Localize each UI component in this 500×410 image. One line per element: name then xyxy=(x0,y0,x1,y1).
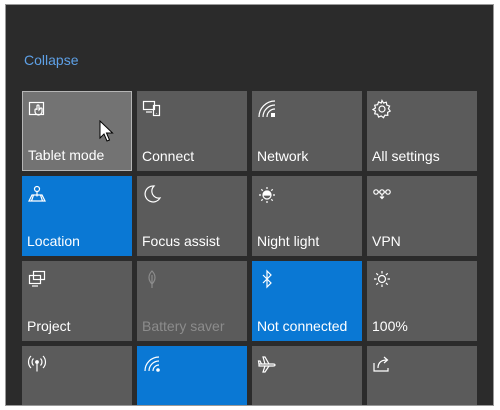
network-icon xyxy=(257,99,277,119)
tile-connect[interactable]: Connect xyxy=(137,91,247,171)
tile-brightness[interactable]: 100% xyxy=(367,261,477,341)
tile-label: Project xyxy=(27,318,71,334)
tablet-mode-icon xyxy=(28,100,48,120)
tile-label: Battery saver xyxy=(142,318,225,334)
tile-label: Not connected xyxy=(257,318,348,334)
tile-all-settings[interactable]: All settings xyxy=(367,91,477,171)
mobile-hotspot-icon xyxy=(27,354,47,374)
brightness-icon xyxy=(372,269,392,289)
airplane-icon xyxy=(257,354,277,374)
project-icon xyxy=(27,269,47,289)
tile-location[interactable]: Location xyxy=(22,176,132,256)
tile-share[interactable] xyxy=(367,346,477,405)
share-icon xyxy=(372,354,392,374)
tile-label: Night light xyxy=(257,233,320,249)
tile-battery-saver[interactable]: Battery saver xyxy=(137,261,247,341)
tile-label: Tablet mode xyxy=(28,147,105,163)
battery-saver-icon xyxy=(142,269,162,289)
tile-label: Connect xyxy=(142,148,195,164)
tile-night-light[interactable]: Night light xyxy=(252,176,362,256)
tile-project[interactable]: Project xyxy=(22,261,132,341)
tile-wifi[interactable] xyxy=(137,346,247,405)
tile-label: Location xyxy=(27,233,80,249)
tile-label: 100% xyxy=(372,318,408,334)
vpn-icon xyxy=(372,184,392,204)
tile-network[interactable]: Network xyxy=(252,91,362,171)
connect-icon xyxy=(142,99,162,119)
tile-airplane-mode[interactable] xyxy=(252,346,362,405)
quick-actions-grid: Tablet mode Connect Network All settings… xyxy=(22,91,477,405)
tile-label: All settings xyxy=(372,148,440,164)
tile-bluetooth[interactable]: Not connected xyxy=(252,261,362,341)
moon-icon xyxy=(142,184,162,204)
tile-mobile-hotspot[interactable] xyxy=(22,346,132,405)
location-icon xyxy=(27,184,47,204)
tile-focus-assist[interactable]: Focus assist xyxy=(137,176,247,256)
tile-label: Network xyxy=(257,148,309,164)
tile-label: Focus assist xyxy=(142,233,220,249)
gear-icon xyxy=(372,99,392,119)
brightness-icon xyxy=(257,184,277,204)
wifi-icon xyxy=(142,354,162,374)
action-center-panel: Collapse Tablet mode Connect Network All… xyxy=(5,4,494,406)
collapse-link[interactable]: Collapse xyxy=(24,52,78,68)
tile-tablet-mode[interactable]: Tablet mode xyxy=(22,91,132,171)
tile-vpn[interactable]: VPN xyxy=(367,176,477,256)
bluetooth-icon xyxy=(257,269,277,289)
tile-label: VPN xyxy=(372,233,401,249)
